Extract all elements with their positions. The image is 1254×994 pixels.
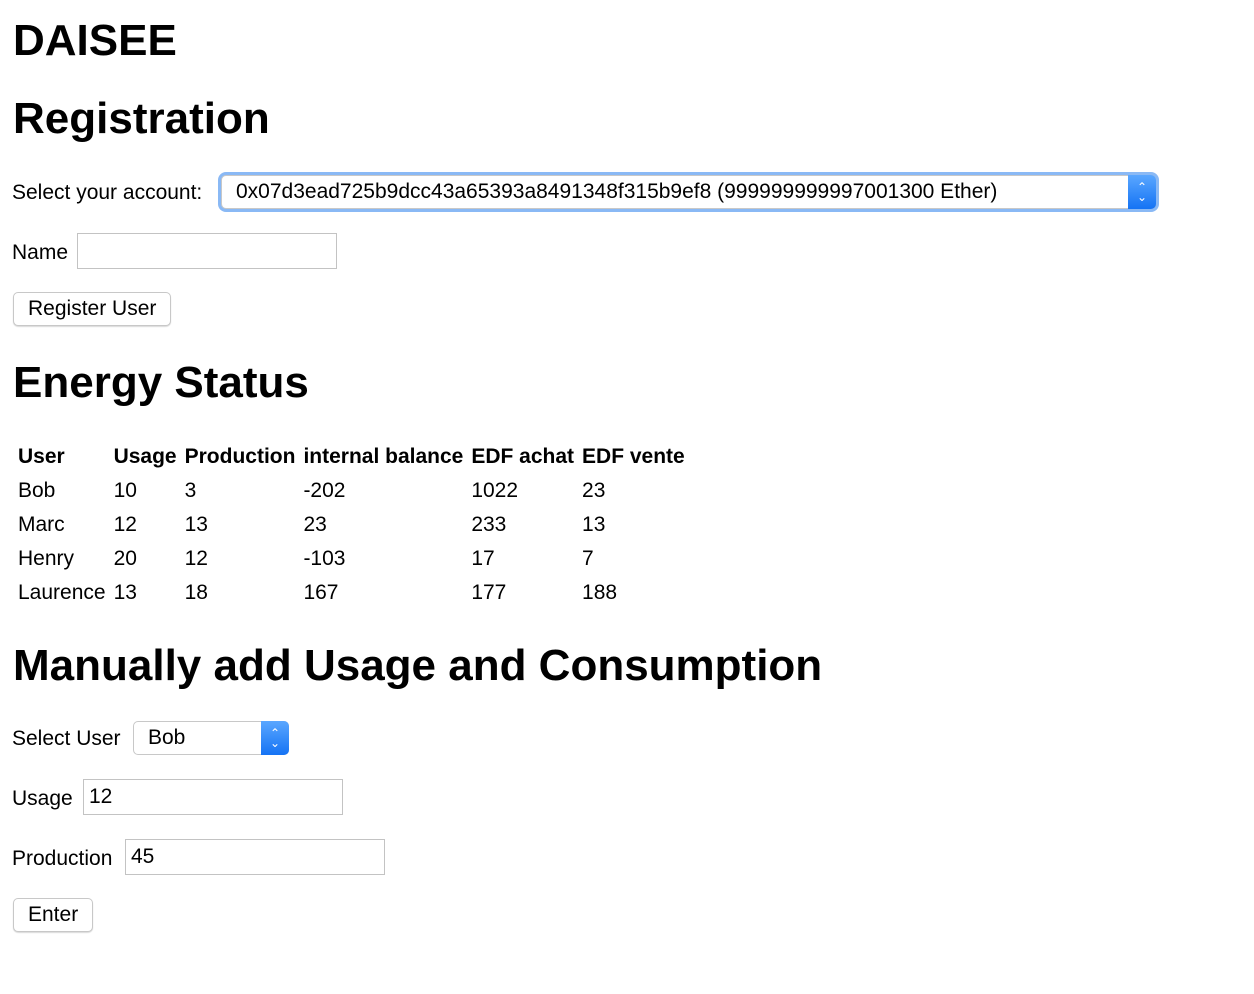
usage-label: Usage — [12, 787, 73, 810]
column-header: Usage — [113, 445, 177, 468]
table-cell: 1022 — [471, 479, 519, 502]
energy-status-table: User Usage Production internal balance E… — [14, 440, 689, 610]
table-cell: 167 — [303, 581, 339, 604]
table-cell: Laurence — [18, 581, 106, 604]
app-title: DAISEE — [13, 16, 177, 65]
table-cell: 23 — [303, 513, 327, 536]
usage-input[interactable] — [83, 779, 343, 815]
table-cell: 12 — [184, 547, 208, 570]
table-cell: Bob — [18, 479, 56, 502]
manual-add-heading: Manually add Usage and Consumption — [13, 641, 823, 690]
column-header: Production — [184, 445, 296, 468]
table-cell: 23 — [582, 479, 606, 502]
production-input[interactable] — [125, 839, 385, 875]
table-cell: 233 — [471, 513, 507, 536]
table-cell: -202 — [303, 479, 346, 502]
user-select[interactable]: Bob ⌃ ⌄ — [133, 721, 289, 755]
table-cell: 7 — [582, 547, 594, 570]
name-input[interactable] — [77, 233, 337, 269]
account-select-value: 0x07d3ead725b9dcc43a65393a8491348f315b9e… — [236, 180, 998, 203]
select-user-label: Select User — [12, 727, 121, 750]
enter-button[interactable]: Enter — [13, 898, 94, 932]
name-label: Name — [12, 241, 69, 264]
table-row: Henry 20 12 -103 17 7 — [14, 542, 689, 576]
table-cell: 10 — [113, 479, 137, 502]
register-user-button[interactable]: Register User — [13, 292, 172, 326]
table-cell: Henry — [18, 547, 75, 570]
user-select-value: Bob — [148, 726, 186, 749]
table-row: Marc 12 13 23 233 13 — [14, 508, 689, 542]
table-cell: -103 — [303, 547, 346, 570]
table-cell: Marc — [18, 513, 65, 536]
table-row: Laurence 13 18 167 177 188 — [14, 576, 689, 610]
table-cell: 20 — [113, 547, 137, 570]
production-label: Production — [12, 847, 113, 870]
table-row: Bob 10 3 -202 1022 23 — [14, 474, 689, 508]
chevron-up-down-icon: ⌃ ⌄ — [1128, 175, 1156, 209]
table-cell: 13 — [184, 513, 208, 536]
column-header: EDF achat — [471, 445, 575, 468]
column-header: User — [18, 445, 65, 468]
table-header-row: User Usage Production internal balance E… — [14, 440, 689, 474]
column-header: EDF vente — [582, 445, 685, 468]
table-cell: 13 — [582, 513, 606, 536]
table-cell: 3 — [184, 479, 197, 502]
table-cell: 177 — [471, 581, 507, 604]
registration-heading: Registration — [13, 94, 270, 143]
account-label: Select your account: — [12, 181, 203, 204]
table-cell: 188 — [582, 581, 618, 604]
table-cell: 12 — [113, 513, 137, 536]
table-cell: 17 — [471, 547, 495, 570]
table-cell: 18 — [184, 581, 208, 604]
column-header: internal balance — [303, 445, 464, 468]
chevron-up-down-icon: ⌃ ⌄ — [261, 721, 289, 755]
energy-status-heading: Energy Status — [13, 358, 309, 407]
account-select[interactable]: 0x07d3ead725b9dcc43a65393a8491348f315b9e… — [221, 175, 1156, 209]
table-cell: 13 — [113, 581, 137, 604]
